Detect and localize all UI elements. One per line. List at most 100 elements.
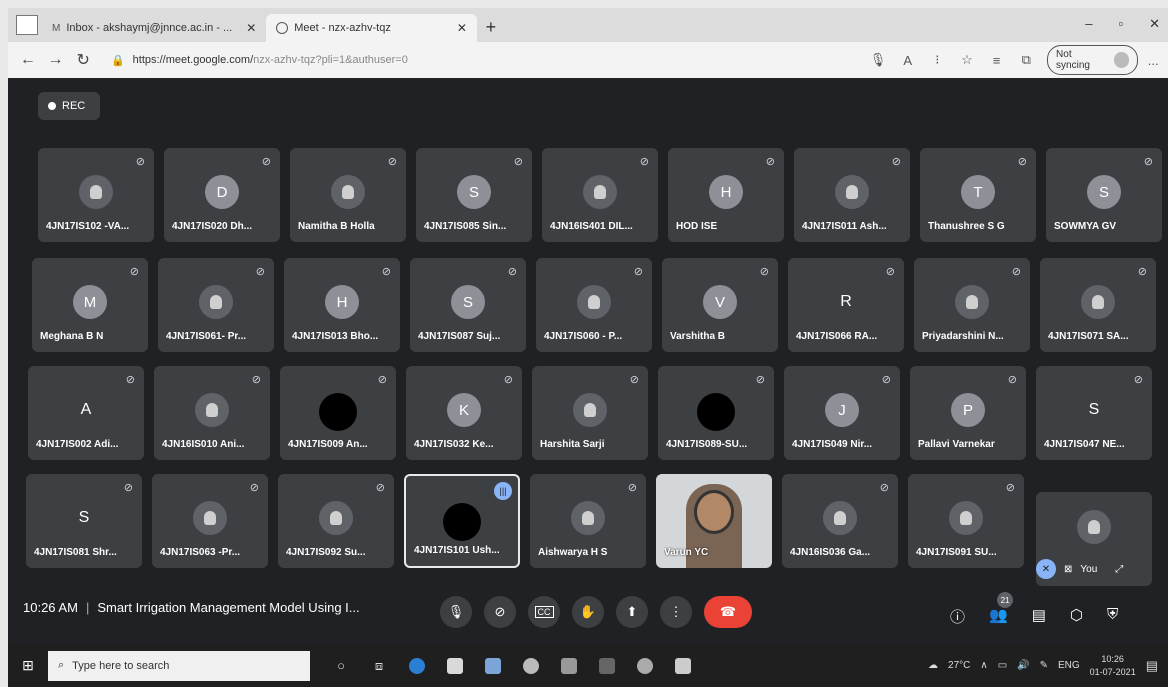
file-app-icon[interactable] [552, 654, 586, 678]
chrome-app-icon[interactable] [514, 654, 548, 678]
maximize-icon[interactable]: ▫ [1118, 16, 1123, 32]
participant-tile[interactable]: ⊘ M Meghana B N [32, 258, 148, 352]
participant-name: 4JN17IS102 -VA... [46, 221, 130, 232]
camera-toggle-button[interactable]: ⊘ [484, 596, 516, 628]
network-icon[interactable]: ▭ [998, 660, 1007, 671]
participant-tile[interactable]: ⊘ Namitha B Holla [290, 148, 406, 242]
snipping-app-icon[interactable] [666, 654, 700, 678]
participant-tile[interactable]: ⊘ P Pallavi Varnekar [910, 366, 1026, 460]
participant-tile[interactable]: ⊘ H 4JN17IS013 Bho... [284, 258, 400, 352]
pen-icon[interactable]: ✎ [1040, 660, 1048, 671]
participant-tile[interactable]: ⊘ K 4JN17IS032 Ke... [406, 366, 522, 460]
clock[interactable]: 10:26 01-07-2021 [1090, 653, 1136, 679]
participant-tile[interactable]: ⊘ 4JN17IS009 An... [280, 366, 396, 460]
participant-tile[interactable]: ⊘ 4JN16IS010 Ani... [154, 366, 270, 460]
weather-icon[interactable]: ☁ [928, 660, 938, 671]
favorites-list-icon[interactable]: ≡ [982, 53, 1012, 68]
edge-app-icon[interactable] [400, 654, 434, 678]
participant-tile[interactable]: ⊘ Priyadarshini N... [914, 258, 1030, 352]
tab-meet[interactable]: Meet - nzx-azhv-tqz ✕ [266, 14, 477, 42]
meeting-details-icon[interactable]: ⓘ [950, 606, 965, 627]
participant-tile[interactable]: ⊘ 4JN17IS063 -Pr... [152, 474, 268, 568]
microphone-toggle-button[interactable]: 🎙 [440, 596, 472, 628]
participant-tile[interactable]: ⊘ 4JN17IS061- Pr... [158, 258, 274, 352]
leave-call-button[interactable]: ☎ [704, 596, 752, 628]
mic-off-icon[interactable]: ✕ [1036, 559, 1056, 579]
participant-tile[interactable]: ⊘ S 4JN17IS085 Sin... [416, 148, 532, 242]
record-dot-icon [48, 102, 56, 110]
tab-actions-icon[interactable] [16, 15, 38, 35]
people-button[interactable]: 👥 21 [989, 592, 1014, 627]
sync-button[interactable]: Not syncing [1047, 45, 1139, 75]
windows-start-icon[interactable]: ⊞ [8, 657, 48, 674]
participant-tile[interactable]: ⊘ R 4JN17IS066 RA... [788, 258, 904, 352]
participant-tile[interactable]: ⊘ 4JN17IS102 -VA... [38, 148, 154, 242]
reload-icon[interactable]: ↻ [69, 50, 97, 70]
microphone-icon[interactable]: 🎙 [863, 52, 893, 68]
close-icon[interactable]: ✕ [457, 21, 467, 35]
participant-tile[interactable]: ⊘ 4JN17IS089-SU... [658, 366, 774, 460]
mic-off-icon: ⊘ [381, 266, 391, 278]
collections-icon[interactable]: ⧉ [1011, 52, 1041, 68]
notifications-icon[interactable]: ▤ [1146, 658, 1158, 674]
new-tab-button[interactable]: + [477, 17, 505, 38]
raise-hand-button[interactable]: ✋ [572, 596, 604, 628]
mic-off-icon: ⊘ [759, 266, 769, 278]
participant-tile[interactable]: ⊘ 4JN17IS092 Su... [278, 474, 394, 568]
participant-tile[interactable]: ||| 4JN17IS101 Ush... [404, 474, 520, 568]
favorites-star-icon[interactable]: ☆ [952, 52, 982, 68]
photos-app-icon[interactable] [590, 654, 624, 678]
participant-tile[interactable]: ⊘ 4JN16IS036 Ga... [782, 474, 898, 568]
participant-tile[interactable]: ⊘ H HOD ISE [668, 148, 784, 242]
participant-tile[interactable]: ⊘ 4JN17IS071 SA... [1040, 258, 1156, 352]
captions-button[interactable]: CC [528, 596, 560, 628]
tray-chevron-icon[interactable]: ∧ [980, 660, 987, 671]
extension-icon[interactable]: ⁝ [922, 52, 952, 68]
participant-tile[interactable]: ⊘ S SOWMYA GV [1046, 148, 1162, 242]
participant-tile[interactable]: ⊘ S 4JN17IS047 NE... [1036, 366, 1152, 460]
self-tile[interactable]: ✕ ⊠ You ⤢ [1036, 492, 1152, 586]
participant-tile[interactable]: ⊘ 4JN17IS060 - P... [536, 258, 652, 352]
participant-tile[interactable]: ⊘ S 4JN17IS087 Suj... [410, 258, 526, 352]
participant-tile[interactable]: ⊘ Harshita Sarji [532, 366, 648, 460]
more-menu-icon[interactable]: ... [1138, 53, 1168, 68]
paint-app-icon[interactable] [628, 654, 662, 678]
cortana-icon[interactable]: ○ [324, 654, 358, 678]
chat-icon[interactable]: ▤ [1032, 606, 1046, 627]
back-icon[interactable]: ← [14, 51, 42, 69]
minimize-icon[interactable]: – [1085, 16, 1092, 32]
speaking-indicator-icon: ||| [494, 482, 512, 500]
url-field[interactable]: 🔒 https://meet.google.com/nzx-azhv-tqz?p… [111, 54, 743, 67]
store-app-icon[interactable] [438, 654, 472, 678]
screen: M Inbox - akshaymj@jnnce.ac.in - ... ✕ M… [8, 8, 1168, 687]
participant-tile[interactable]: ⊘ J 4JN17IS049 Nir... [784, 366, 900, 460]
more-options-button[interactable]: ⋮ [660, 596, 692, 628]
taskbar-search-box[interactable]: ⌕ Type here to search [48, 650, 310, 681]
participant-tile[interactable]: ⊘ D 4JN17IS020 Dh... [164, 148, 280, 242]
tab-inbox[interactable]: M Inbox - akshaymj@jnnce.ac.in - ... ✕ [42, 14, 266, 42]
participant-name: 4JN17IS063 -Pr... [160, 547, 241, 558]
host-controls-icon[interactable]: ⛨ [1107, 606, 1118, 627]
participant-tile[interactable]: ⊘ T Thanushree S G [920, 148, 1036, 242]
participant-tile[interactable]: Varun YC [656, 474, 772, 568]
activities-icon[interactable]: ⬡ [1070, 606, 1083, 627]
camera-off-icon[interactable]: ⊠ [1064, 564, 1072, 575]
participant-tile[interactable]: ⊘ 4JN17IS091 SU... [908, 474, 1024, 568]
close-window-icon[interactable]: ✕ [1149, 16, 1160, 32]
participant-tile[interactable]: ⊘ 4JN16IS401 DIL... [542, 148, 658, 242]
forward-icon[interactable]: → [42, 51, 70, 69]
participant-tile[interactable]: ⊘ 4JN17IS011 Ash... [794, 148, 910, 242]
participant-tile[interactable]: ⊘ A 4JN17IS002 Adi... [28, 366, 144, 460]
mail-app-icon[interactable] [476, 654, 510, 678]
read-aloud-icon[interactable]: A [893, 53, 923, 68]
close-icon[interactable]: ✕ [246, 21, 256, 35]
mic-off-icon: ⊘ [639, 156, 649, 168]
participant-tile[interactable]: ⊘ S 4JN17IS081 Shr... [26, 474, 142, 568]
expand-icon[interactable]: ⤢ [1115, 564, 1123, 575]
present-button[interactable]: ⬆ [616, 596, 648, 628]
volume-icon[interactable]: 🔊 [1017, 660, 1029, 671]
participant-tile[interactable]: ⊘ Aishwarya H S [530, 474, 646, 568]
participant-tile[interactable]: ⊘ V Varshitha B [662, 258, 778, 352]
task-view-icon[interactable]: ⧈ [362, 654, 396, 678]
language-indicator[interactable]: ENG [1058, 660, 1080, 671]
